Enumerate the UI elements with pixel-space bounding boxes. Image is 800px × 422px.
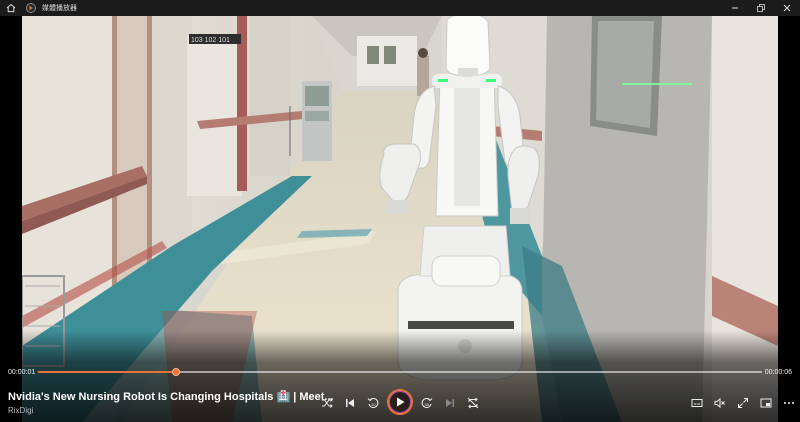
- home-icon: [6, 3, 16, 13]
- close-button[interactable]: [774, 0, 800, 16]
- rewind-button[interactable]: 10: [364, 394, 382, 412]
- title-bar: 媒體播放器: [0, 0, 800, 16]
- play-button[interactable]: [387, 389, 413, 415]
- play-icon: [397, 397, 405, 407]
- shuffle-button[interactable]: [318, 394, 336, 412]
- mini-player-button[interactable]: [757, 394, 775, 412]
- seek-bar[interactable]: [38, 368, 762, 376]
- volume-button[interactable]: [711, 394, 729, 412]
- previous-button[interactable]: [341, 394, 359, 412]
- more-icon: [784, 402, 794, 404]
- previous-icon: [346, 399, 354, 407]
- volume-mute-icon: [714, 397, 725, 409]
- forward-button[interactable]: 30: [418, 394, 436, 412]
- maximize-icon: [757, 4, 765, 12]
- repeat-off-icon: [467, 397, 479, 409]
- app-icon: [26, 3, 36, 13]
- maximize-button[interactable]: [748, 0, 774, 16]
- svg-text:30: 30: [425, 402, 430, 407]
- fullscreen-button[interactable]: [734, 394, 752, 412]
- door-sign-text: 103 102 101: [191, 37, 230, 44]
- captions-icon: [691, 399, 703, 407]
- home-button[interactable]: [0, 0, 22, 16]
- forward-30-icon: 30: [421, 397, 433, 408]
- seek-thumb[interactable]: [171, 368, 180, 376]
- close-icon: [783, 4, 791, 12]
- current-time: 00:00:01: [8, 369, 36, 376]
- duration: 00:00:06: [764, 369, 792, 376]
- minimize-icon: [732, 7, 738, 9]
- next-icon: [446, 399, 454, 407]
- more-button[interactable]: [780, 394, 798, 412]
- repeat-button[interactable]: [464, 394, 482, 412]
- minimize-button[interactable]: [722, 0, 748, 16]
- channel-name: RixDigi: [8, 406, 34, 415]
- mini-player-icon: [760, 398, 772, 408]
- seek-bar-progress: [38, 371, 176, 373]
- rewind-10-icon: 10: [367, 397, 379, 408]
- captions-button[interactable]: [688, 394, 706, 412]
- window-title: 媒體播放器: [42, 5, 77, 12]
- next-button[interactable]: [441, 394, 459, 412]
- svg-text:10: 10: [371, 402, 376, 407]
- shuffle-icon: [322, 398, 333, 408]
- fullscreen-icon: [738, 398, 748, 408]
- video-title: Nvidia's New Nursing Robot Is Changing H…: [8, 391, 334, 403]
